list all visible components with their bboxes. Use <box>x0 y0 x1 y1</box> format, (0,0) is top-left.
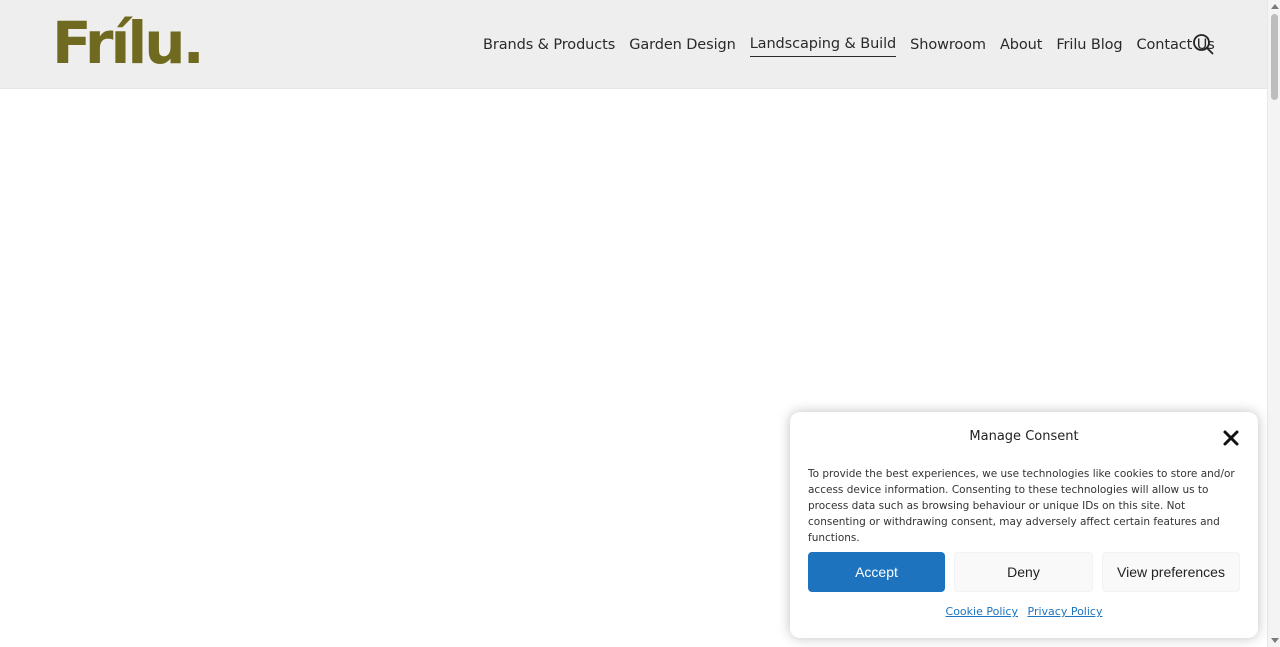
deny-button[interactable]: Deny <box>954 552 1093 592</box>
nav-item-showroom[interactable]: Showroom <box>910 34 986 56</box>
main-nav: Brands & Products Garden Design Landscap… <box>483 33 1229 57</box>
nav-item-frilu-blog[interactable]: Frilu Blog <box>1056 34 1122 56</box>
accept-button[interactable]: Accept <box>808 552 945 592</box>
close-icon[interactable] <box>1222 429 1240 447</box>
nav-item-garden-design[interactable]: Garden Design <box>629 34 736 56</box>
site-header: Frílu. Brands & Products Garden Design L… <box>0 0 1267 89</box>
view-preferences-button[interactable]: View preferences <box>1102 552 1240 592</box>
consent-title: Manage Consent <box>969 429 1079 444</box>
cookie-policy-link[interactable]: Cookie Policy <box>946 605 1018 618</box>
search-icon[interactable] <box>1192 33 1214 55</box>
nav-item-landscaping-build[interactable]: Landscaping & Build <box>749 33 896 57</box>
consent-message: To provide the best experiences, we use … <box>808 468 1235 544</box>
privacy-policy-link[interactable]: Privacy Policy <box>1028 605 1103 618</box>
nav-item-about[interactable]: About <box>1000 34 1042 56</box>
scroll-up-arrow-icon[interactable] <box>1271 4 1279 9</box>
nav-item-brands-products[interactable]: Brands & Products <box>483 34 615 56</box>
consent-dialog: Manage Consent To provide the best exper… <box>790 412 1258 638</box>
scroll-thumb[interactable] <box>1271 14 1278 100</box>
page-scrollbar[interactable] <box>1267 0 1280 647</box>
scroll-down-arrow-icon[interactable] <box>1271 638 1279 643</box>
frilu-logo[interactable]: Frílu. <box>52 10 205 76</box>
policy-links: Cookie Policy Privacy Policy <box>790 605 1258 618</box>
